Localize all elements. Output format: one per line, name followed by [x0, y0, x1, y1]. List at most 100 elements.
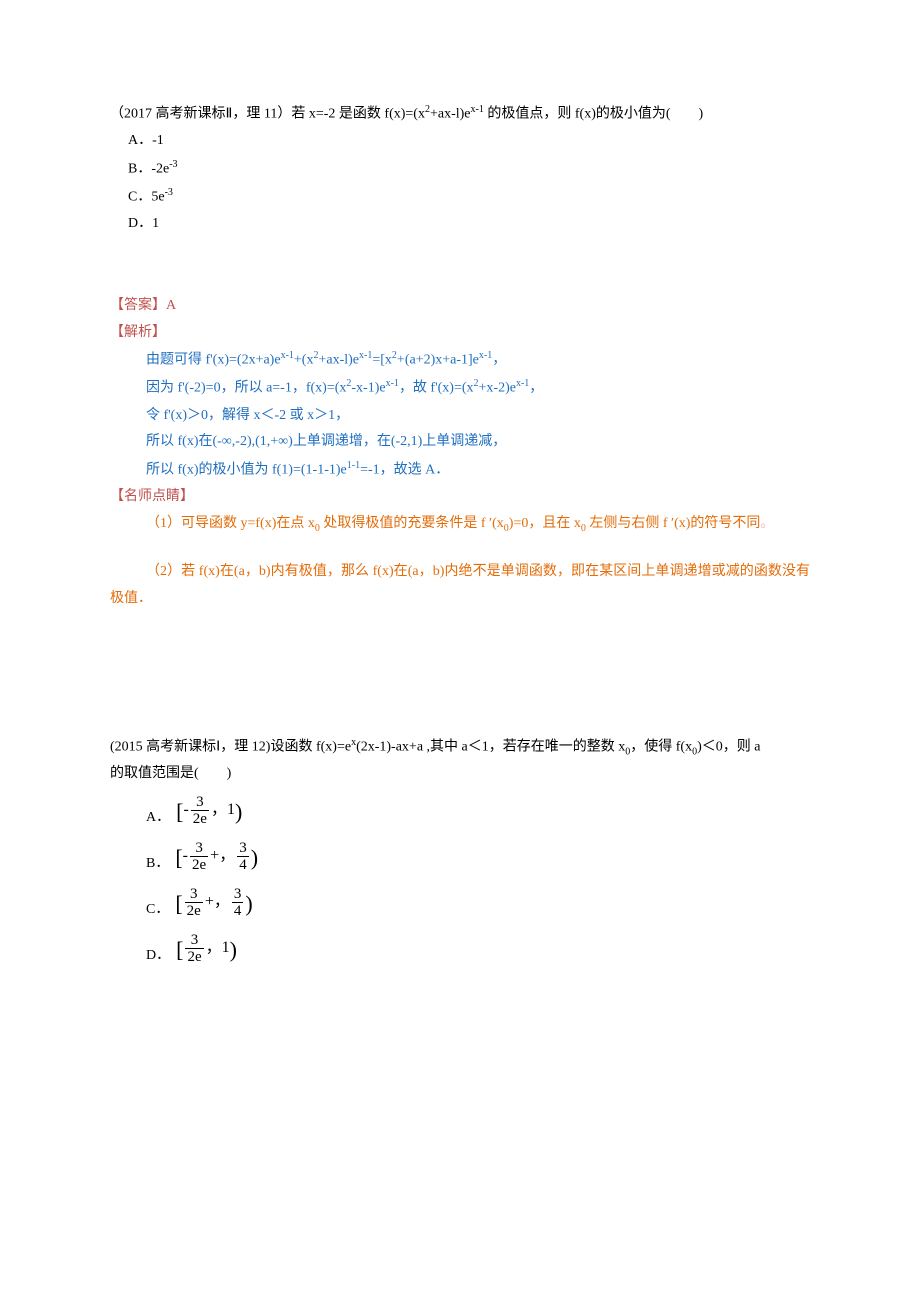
opt-letter-b: B．	[146, 851, 169, 878]
right-paren-icon: )	[251, 847, 258, 869]
left-bracket-icon: [	[175, 893, 182, 915]
frac-num: 3	[189, 932, 201, 949]
jx1-s1: x-1	[281, 350, 294, 361]
spacer	[110, 238, 810, 293]
opt-letter-c: C．	[146, 897, 169, 924]
dj1-c: )=0，且在 x	[509, 516, 581, 531]
dj1-a: （1）可导函数 y=f(x)在点 x	[146, 516, 315, 531]
q1-option-d: D．1	[110, 211, 810, 238]
jx2-b: -x-1)e	[351, 381, 385, 396]
q1-option-b: B．-2e-3	[110, 155, 810, 183]
q2-stem-line2: 的取值范围是( )	[110, 761, 810, 788]
jx1-a: 由题可得 f'(x)=(2x+a)e	[146, 353, 281, 368]
plus-comma: +，	[210, 841, 235, 871]
minus-sign: -	[183, 841, 188, 871]
fraction: 3 4	[232, 886, 244, 920]
jiexi-line3: 令 f'(x)＞0，解得 x＜-2 或 x＞1，	[110, 403, 810, 430]
one: 1	[222, 933, 230, 963]
q2-c: ，使得 f(x	[630, 739, 692, 754]
q2-option-a: A． [ - 3 2e ， 1 )	[110, 788, 810, 834]
opt-letter-d: D．	[146, 943, 170, 970]
q1-option-a: A．-1	[110, 128, 810, 155]
jx5-a: 所以 f(x)的极小值为 f(1)=(1-1-1)e	[146, 462, 347, 477]
right-paren-icon: )	[235, 801, 242, 823]
frac-den: 2e	[190, 856, 208, 874]
dj1-d: 左侧与右侧 f ′(x)的符号不同	[586, 516, 761, 531]
jiexi-line5: 所以 f(x)的极小值为 f(1)=(1-1-1)e1-1=-1，故选 A．	[110, 456, 810, 484]
frac-num: 3	[194, 794, 206, 811]
frac-den: 2e	[185, 902, 203, 920]
frac-den: 2e	[185, 948, 203, 966]
jx2-s2: x-1	[386, 378, 399, 389]
opt-letter-a: A．	[146, 805, 170, 832]
q1-opt-c-sup: -3	[165, 187, 173, 198]
jx2-a: 因为 f'(-2)=0，所以 a=-1，f(x)=(x	[146, 381, 346, 396]
jx5-b: =-1，故选 A．	[360, 462, 449, 477]
jx1-f: ，	[492, 353, 506, 368]
frac-num: 3	[237, 840, 249, 857]
spacer	[110, 537, 810, 559]
jx5-s1: 1-1	[347, 460, 360, 471]
jx1-s3: x-1	[359, 350, 372, 361]
fraction: 3 2e	[185, 886, 203, 920]
q1-opt-b-sup: -3	[169, 159, 177, 170]
q1-stem-part3: 的极值点，则 f(x)的极小值为( )	[484, 107, 703, 122]
left-bracket-icon: [	[176, 801, 183, 823]
frac-den: 2e	[191, 810, 209, 828]
jx1-s5: x-1	[479, 350, 492, 361]
fraction: 3 2e	[191, 794, 209, 828]
frac-den: 4	[237, 856, 249, 874]
dianjing-label: 【名师点睛】	[110, 484, 810, 511]
jx1-c: +ax-l)e	[318, 353, 359, 368]
jx2-s4: x-1	[516, 378, 529, 389]
answer-label: 【答案】A	[110, 293, 810, 320]
fraction: 3 2e	[190, 840, 208, 874]
minus-sign: -	[183, 795, 188, 825]
fraction: 3 4	[237, 840, 249, 874]
q1-opt-b-text: B．-2e	[128, 162, 169, 177]
q2-option-d: D． [ 3 2e ， 1 )	[110, 926, 810, 972]
frac-num: 3	[193, 840, 205, 857]
dj2-text: （2）若 f(x)在(a，b)内有极值，那么 f(x)在(a，b)内绝不是单调函…	[110, 564, 810, 606]
q1-stem: （2017 高考新课标Ⅱ，理 11）若 x=-2 是函数 f(x)=(x2+ax…	[110, 100, 810, 128]
q2-stem: (2015 高考新课标Ⅰ，理 12)设函数 f(x)=ex(2x-1)-ax+a…	[110, 733, 810, 761]
left-bracket-icon: [	[176, 939, 183, 961]
opt-c-math: [ 3 2e +， 3 4 )	[175, 886, 252, 920]
dianjing-line2: （2）若 f(x)在(a，b)内有极值，那么 f(x)在(a，b)内绝不是单调函…	[110, 559, 810, 612]
jiexi-line4: 所以 f(x)在(-∞,-2),(1,+∞)上单调递增，在(-2,1)上单调递减…	[110, 429, 810, 456]
right-paren-icon: )	[245, 893, 252, 915]
opt-d-math: [ 3 2e ， 1 )	[176, 932, 237, 966]
jiexi-line2: 因为 f'(-2)=0，所以 a=-1，f(x)=(x2-x-1)ex-1，故 …	[110, 374, 810, 402]
q1-opt-c-text: C．5e	[128, 190, 165, 205]
frac-den: 4	[232, 902, 244, 920]
fraction: 3 2e	[185, 932, 203, 966]
one: 1	[227, 795, 235, 825]
dianjing-line1: （1）可导函数 y=f(x)在点 x0 处取得极值的充要条件是 f ′(x0)=…	[110, 511, 810, 538]
jx1-b: +(x	[294, 353, 314, 368]
opt-b-math: [ - 3 2e +， 3 4 )	[175, 840, 258, 874]
q1-stem-part1: （2017 高考新课标Ⅱ，理 11）若 x=-2 是函数 f(x)=(x	[110, 107, 425, 122]
dj1-e: 。	[760, 516, 774, 531]
frac-num: 3	[232, 886, 244, 903]
dj1-b: 处取得极值的充要条件是 f ′(x	[320, 516, 504, 531]
q2-option-c: C． [ 3 2e +， 3 4 )	[110, 880, 810, 926]
jiexi-label: 【解析】	[110, 320, 810, 347]
spacer	[110, 613, 810, 733]
q2-d: )＜0，则 a	[697, 739, 760, 754]
q1-option-c: C．5e-3	[110, 183, 810, 211]
q1-stem-part2: +ax-l)e	[430, 107, 471, 122]
comma: ，	[206, 933, 222, 963]
opt-a-math: [ - 3 2e ， 1 )	[176, 794, 242, 828]
q2-option-b: B． [ - 3 2e +， 3 4 )	[110, 834, 810, 880]
document-page: （2017 高考新课标Ⅱ，理 11）若 x=-2 是函数 f(x)=(x2+ax…	[0, 0, 920, 1072]
comma: ，	[211, 795, 227, 825]
jx2-d: +x-2)e	[479, 381, 516, 396]
plus-comma: +，	[205, 887, 230, 917]
jx2-e: ，	[529, 381, 543, 396]
right-paren-icon: )	[230, 939, 237, 961]
left-bracket-icon: [	[175, 847, 182, 869]
frac-num: 3	[188, 886, 200, 903]
jx2-c: ，故 f'(x)=(x	[399, 381, 474, 396]
jx1-d: =[x	[372, 353, 392, 368]
sup-x-1: x-1	[471, 104, 484, 115]
